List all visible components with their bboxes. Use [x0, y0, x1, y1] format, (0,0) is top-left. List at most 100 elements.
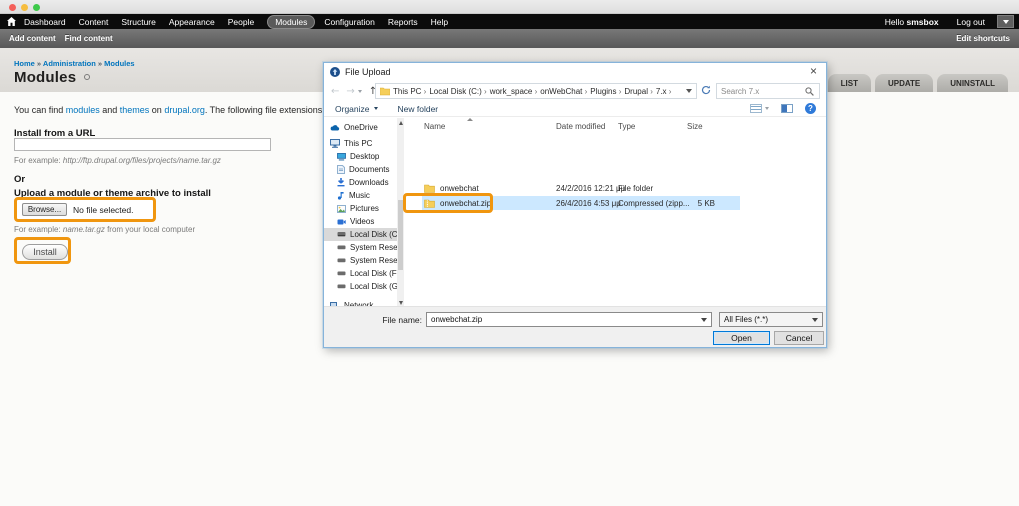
- file-list: Name Date modified Type Size onwebchat 2…: [403, 118, 825, 308]
- search-icon: [805, 86, 814, 96]
- breadcrumb-home[interactable]: Home: [14, 59, 43, 68]
- chevron-down-icon: [373, 107, 378, 110]
- menu-item-modules[interactable]: Modules: [267, 14, 316, 29]
- path-this-pc[interactable]: This PC: [393, 87, 426, 96]
- open-button[interactable]: Open: [713, 331, 770, 345]
- file-date: 26/4/2016 4:53 μμ: [556, 199, 621, 208]
- disk-icon: [337, 244, 346, 251]
- breadcrumb-modules[interactable]: Modules: [104, 59, 134, 68]
- drupal-org-link[interactable]: drupal.org: [164, 105, 205, 115]
- tab-update[interactable]: UPDATE: [874, 74, 934, 92]
- sidebar-item-onedrive[interactable]: OneDrive: [324, 121, 397, 134]
- sidebar-item-system-reserved-1[interactable]: System Reserved: [324, 241, 397, 254]
- address-bar[interactable]: This PC Local Disk (C:) work_space onWeb…: [375, 83, 697, 99]
- sidebar-item-music[interactable]: Music: [324, 189, 397, 202]
- column-header-date-modified[interactable]: Date modified: [556, 122, 605, 131]
- home-icon[interactable]: [7, 17, 16, 26]
- menu-item-people[interactable]: People: [228, 17, 254, 27]
- toolbar-toggle-button[interactable]: [997, 15, 1014, 28]
- install-url-input[interactable]: [14, 138, 271, 151]
- sidebar-item-videos[interactable]: Videos: [324, 215, 397, 228]
- breadcrumb-administration[interactable]: Administration: [43, 59, 104, 68]
- upload-icon: [330, 67, 340, 77]
- url-example-text: For example: http://ftp.drupal.org/files…: [14, 156, 221, 165]
- zoom-traffic-light-icon[interactable]: [33, 4, 40, 11]
- scroll-down-icon[interactable]: [398, 301, 403, 305]
- forward-icon[interactable]: →: [346, 86, 354, 97]
- sidebar-item-desktop[interactable]: Desktop: [324, 150, 397, 163]
- address-dropdown-icon[interactable]: [686, 89, 692, 93]
- no-file-selected-text: No file selected.: [73, 204, 134, 215]
- user-greeting: Hello smsbox: [884, 16, 939, 27]
- contextual-links-icon[interactable]: [84, 74, 91, 80]
- file-type: Compressed (zipp...: [618, 199, 690, 208]
- themes-link[interactable]: themes: [120, 105, 150, 115]
- menu-item-reports[interactable]: Reports: [388, 17, 418, 27]
- close-traffic-light-icon[interactable]: [9, 4, 16, 11]
- path-drupal[interactable]: Drupal: [624, 87, 652, 96]
- column-header-name[interactable]: Name: [424, 122, 445, 131]
- scroll-up-icon[interactable]: [398, 121, 403, 125]
- menu-item-dashboard[interactable]: Dashboard: [24, 17, 66, 27]
- file-type-select[interactable]: All Files (*.*): [719, 312, 823, 327]
- search-box[interactable]: [716, 83, 820, 99]
- path-work-space[interactable]: work_space: [490, 87, 538, 96]
- menu-item-help[interactable]: Help: [431, 17, 448, 27]
- column-header-size[interactable]: Size: [687, 122, 703, 131]
- sidebar-item-system-reserved-2[interactable]: System Reserved: [324, 254, 397, 267]
- shortcut-add-content[interactable]: Add content: [9, 34, 56, 43]
- sidebar-item-local-disk-f[interactable]: Local Disk (F:): [324, 267, 397, 280]
- menu-item-structure[interactable]: Structure: [121, 17, 156, 27]
- cancel-button[interactable]: Cancel: [774, 331, 824, 345]
- disk-icon: [337, 257, 346, 264]
- path-plugins[interactable]: Plugins: [590, 87, 621, 96]
- tab-list[interactable]: LIST: [827, 74, 871, 92]
- menu-item-content[interactable]: Content: [79, 17, 109, 27]
- close-icon[interactable]: ×: [810, 64, 817, 78]
- new-folder-button[interactable]: New folder: [398, 104, 439, 114]
- install-button[interactable]: Install: [22, 244, 68, 260]
- menu-item-configuration[interactable]: Configuration: [324, 17, 375, 27]
- search-input[interactable]: [721, 86, 805, 96]
- history-chevron-icon[interactable]: [357, 89, 362, 93]
- file-name-input[interactable]: onwebchat.zip: [426, 312, 712, 327]
- install-highlight-annotation: Install: [14, 237, 71, 264]
- column-header-type[interactable]: Type: [618, 122, 635, 131]
- help-icon[interactable]: ?: [805, 103, 816, 114]
- page-title: Modules: [14, 69, 91, 86]
- edit-shortcuts-link[interactable]: Edit shortcuts: [956, 34, 1010, 43]
- change-view-icon[interactable]: [750, 104, 762, 113]
- chevron-down-icon[interactable]: [701, 317, 707, 322]
- music-icon: [337, 191, 345, 200]
- back-icon[interactable]: ←: [331, 86, 339, 97]
- sidebar-item-pictures[interactable]: Pictures: [324, 202, 397, 215]
- tab-uninstall[interactable]: UNINSTALL: [937, 74, 1008, 92]
- refresh-icon[interactable]: [701, 85, 711, 95]
- upload-example-text: For example: name.tar.gz from your local…: [14, 225, 196, 234]
- scrollbar-thumb[interactable]: [398, 200, 403, 270]
- sidebar-scrollbar[interactable]: [397, 118, 404, 308]
- sidebar-item-downloads[interactable]: Downloads: [324, 176, 397, 189]
- logout-link[interactable]: Log out: [957, 17, 985, 27]
- organize-menu[interactable]: Organize: [335, 104, 378, 114]
- modules-link[interactable]: modules: [66, 105, 100, 115]
- path-onwebchat[interactable]: onWebChat: [540, 87, 587, 96]
- sidebar-item-documents[interactable]: Documents: [324, 163, 397, 176]
- or-label: Or: [14, 174, 26, 185]
- file-date: 24/2/2016 12:21 μμ: [556, 184, 626, 193]
- sidebar-item-local-disk-c[interactable]: Local Disk (C:): [324, 228, 397, 241]
- path-7x[interactable]: 7.x: [656, 87, 672, 96]
- minimize-traffic-light-icon[interactable]: [21, 4, 28, 11]
- documents-icon: [337, 165, 345, 174]
- preview-pane-icon[interactable]: [781, 104, 793, 113]
- browse-button[interactable]: Browse...: [22, 203, 67, 216]
- dialog-toolbar: Organize New folder ?: [324, 101, 826, 117]
- dialog-titlebar[interactable]: File Upload ×: [324, 63, 826, 81]
- menu-item-appearance[interactable]: Appearance: [169, 17, 215, 27]
- sidebar-item-local-disk-g[interactable]: Local Disk (G:): [324, 280, 397, 293]
- zip-file-icon: [424, 199, 435, 208]
- views-chevron-icon[interactable]: [765, 107, 769, 110]
- shortcut-find-content[interactable]: Find content: [65, 34, 113, 43]
- path-local-disk-c[interactable]: Local Disk (C:): [429, 87, 486, 96]
- sidebar-item-this-pc[interactable]: This PC: [324, 137, 397, 150]
